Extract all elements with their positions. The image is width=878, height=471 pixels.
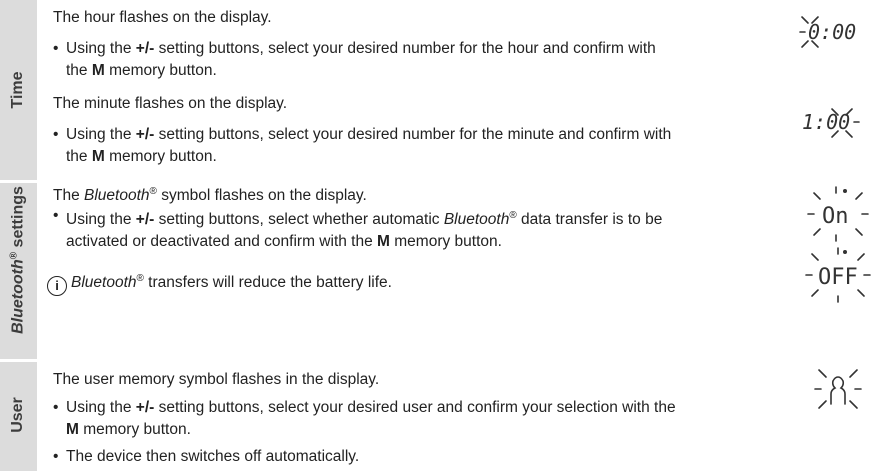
bluetooth-section-label: Bluetooth® settings [8, 186, 27, 334]
bullet-dot: • [53, 399, 59, 416]
minute-display-icon: 1:00 [802, 108, 860, 138]
hour-display-value: 0:00 [808, 20, 856, 44]
bluetooth-intro: The Bluetooth® symbol flashes on the dis… [53, 186, 367, 205]
bluetooth-off-display-icon: OFF [805, 247, 871, 303]
battery-info-note: i Bluetooth® transfers will reduce the ba… [47, 269, 392, 297]
bluetooth-off-value: OFF [818, 265, 858, 290]
minute-display-value: 1:00 [802, 110, 850, 134]
minute-intro: The minute flashes on the display. [53, 95, 288, 112]
bluetooth-on-display-icon: On [807, 186, 869, 242]
hour-intro: The hour flashes on the display. [53, 9, 272, 26]
user-memory-icon [814, 369, 862, 409]
user-intro: The user memory symbol flashes in the di… [53, 371, 380, 388]
user-section-label: User [9, 397, 26, 433]
bullet-dot: • [53, 40, 59, 57]
bullet-dot: • [53, 448, 59, 465]
bluetooth-on-value: On [822, 204, 849, 229]
bullet-dot: • [53, 126, 59, 143]
time-section-label: Time [9, 71, 26, 109]
info-icon: i [47, 276, 67, 297]
hour-display-icon: 0:00 [799, 16, 856, 48]
bullet-dot: • [53, 207, 59, 224]
